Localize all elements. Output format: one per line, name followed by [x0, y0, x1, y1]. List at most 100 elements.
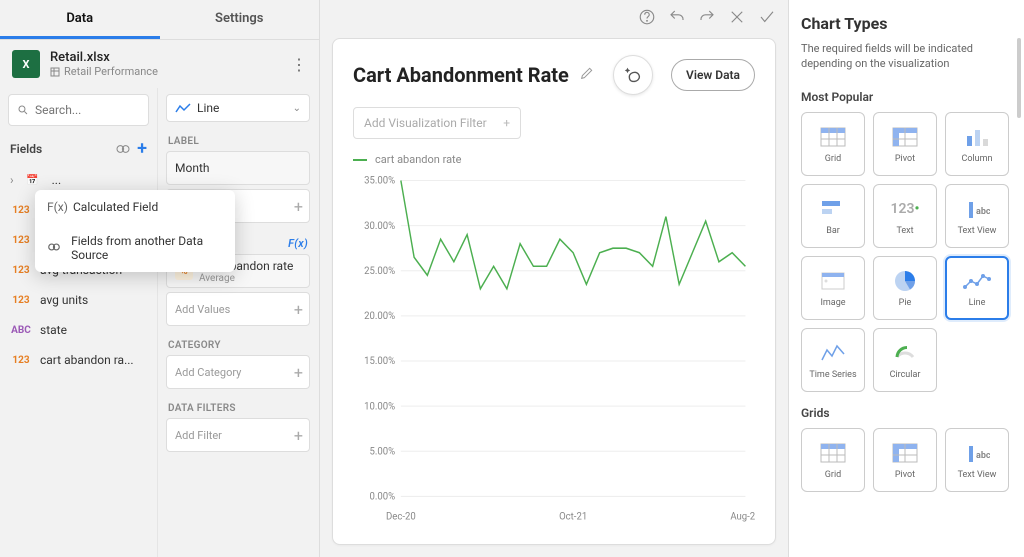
type-label: Column [961, 154, 992, 164]
chart-types-desc: The required fields will be indicated de… [801, 41, 1012, 72]
add-filter-text: Add Filter [175, 429, 222, 442]
num-type-icon: 123 [10, 355, 32, 366]
section-filters-label: DATA FILTERS [166, 403, 310, 414]
type-text-view[interactable]: abc Text View [945, 184, 1009, 248]
left-body: Fields + ›📅... 123... 123customers 123av… [0, 88, 319, 557]
type-label: Grid [825, 154, 841, 164]
field-label: cart abandon ra... [40, 353, 134, 367]
field-label: avg units [40, 293, 88, 307]
viz-filter-label: Add Visualization Filter [364, 116, 487, 130]
chart-type-selector[interactable]: Line ⌄ [166, 94, 310, 122]
popup-link-label: Fields from another Data Source [71, 234, 223, 262]
svg-text:0.00%: 0.00% [369, 491, 395, 503]
field-item[interactable]: 123 avg units [0, 285, 157, 315]
type-label: Grid [825, 470, 841, 480]
add-field-button[interactable]: + [137, 138, 147, 159]
svg-text:Dec-20: Dec-20 [386, 511, 416, 523]
type-grid[interactable]: Grid [801, 112, 865, 176]
chart-type-button[interactable] [613, 55, 653, 95]
num-type-icon: 123 [10, 235, 32, 246]
add-category-slot[interactable]: Add Category+ [166, 355, 310, 389]
type-label: Text [896, 226, 913, 236]
svg-text:20.00%: 20.00% [364, 311, 395, 323]
datasource-row: X Retail.xlsx Retail Performance ⋮ [0, 40, 319, 88]
label-slot[interactable]: Month [166, 151, 310, 185]
type-line[interactable]: Line [945, 256, 1009, 320]
svg-text:15.00%: 15.00% [364, 356, 395, 368]
chart-legend: cart abandon rate [353, 153, 755, 166]
type-label: Pivot [895, 154, 915, 164]
view-data-button[interactable]: View Data [671, 59, 755, 91]
type-grid-2[interactable]: Grid [801, 428, 865, 492]
num-type-icon: 123 [10, 295, 32, 306]
type-label: Time Series [809, 370, 856, 380]
sparkle-blob-icon [622, 64, 644, 86]
type-circular[interactable]: Circular [873, 328, 937, 392]
field-item[interactable]: 123 cart abandon ra... [0, 345, 157, 375]
popup-calculated-field[interactable]: F(x) Calculated Field [35, 190, 235, 224]
svg-text:5.00%: 5.00% [369, 446, 395, 458]
type-label: Image [820, 298, 845, 308]
close-icon[interactable] [728, 8, 746, 26]
chart-header: Cart Abandonment Rate View Data [353, 55, 755, 95]
search-input[interactable] [35, 103, 140, 117]
confirm-icon[interactable] [758, 8, 776, 26]
fx-link[interactable]: F(x) [288, 237, 308, 250]
add-filter-slot[interactable]: Add Filter+ [166, 418, 310, 452]
chart-card: Cart Abandonment Rate View Data Add Visu… [332, 38, 776, 545]
link-icon [47, 240, 61, 257]
add-field-popup: F(x) Calculated Field Fields from anothe… [35, 190, 235, 272]
svg-text:10.00%: 10.00% [364, 401, 395, 413]
add-category-text: Add Category [175, 366, 241, 379]
type-pivot-2[interactable]: Pivot [873, 428, 937, 492]
section-category-label: CATEGORY [166, 340, 310, 351]
add-values-slot[interactable]: Add Values+ [166, 292, 310, 326]
value-slot-sub: Average [199, 273, 293, 284]
field-label: state [40, 323, 67, 337]
svg-text:25.00%: 25.00% [364, 266, 395, 278]
type-label: Pivot [895, 470, 915, 480]
add-values-text: Add Values [175, 303, 230, 316]
type-bar[interactable]: Bar [801, 184, 865, 248]
svg-text:35.00%: 35.00% [364, 175, 395, 187]
svg-text:abc: abc [976, 207, 990, 217]
section-label-label: LABEL [166, 136, 310, 147]
datasource-menu-icon[interactable]: ⋮ [291, 55, 307, 74]
excel-icon: X [12, 50, 40, 78]
type-text[interactable]: 123•Text [873, 184, 937, 248]
type-image[interactable]: Image [801, 256, 865, 320]
chart-plot-area: 0.00%5.00%10.00%15.00%20.00%25.00%30.00%… [353, 170, 755, 528]
field-item[interactable]: ABCstate [0, 315, 157, 345]
datasource-subtitle-text: Retail Performance [64, 65, 158, 78]
table-icon [50, 67, 60, 77]
type-text-view-2[interactable]: abcText View [945, 428, 1009, 492]
tab-data[interactable]: Data [0, 0, 160, 39]
top-toolbar [320, 0, 788, 34]
type-time-series[interactable]: Time Series [801, 328, 865, 392]
chart-types-grid: Grid Pivot Column Bar 123•Text abc Text V… [801, 112, 1012, 392]
type-pie[interactable]: Pie [873, 256, 937, 320]
chart-selector-label: Line [197, 101, 219, 115]
svg-text:abc: abc [976, 451, 990, 461]
edit-title-icon[interactable] [579, 65, 595, 85]
popup-fields-other-source[interactable]: Fields from another Data Source [35, 224, 235, 272]
chart-types-grids: Grid Pivot abcText View [801, 428, 1012, 492]
brain-icon[interactable] [115, 141, 131, 157]
redo-icon[interactable] [698, 8, 716, 26]
type-label: Line [969, 298, 986, 308]
num-type-icon: 123 [10, 265, 32, 276]
main-canvas: Cart Abandonment Rate View Data Add Visu… [320, 0, 788, 557]
type-column[interactable]: Column [945, 112, 1009, 176]
svg-text:Oct-21: Oct-21 [559, 511, 587, 523]
tab-settings[interactable]: Settings [160, 0, 320, 39]
help-icon[interactable] [638, 8, 656, 26]
datasource-title: Retail.xlsx [50, 50, 158, 65]
type-label: Text View [958, 226, 997, 236]
search-box[interactable] [8, 94, 149, 126]
add-viz-filter[interactable]: Add Visualization Filter + [353, 107, 521, 139]
scrollbar[interactable] [1017, 38, 1021, 118]
undo-icon[interactable] [668, 8, 686, 26]
type-pivot[interactable]: Pivot [873, 112, 937, 176]
svg-text:Aug-22: Aug-22 [730, 511, 755, 523]
fields-header-label: Fields [10, 142, 42, 156]
